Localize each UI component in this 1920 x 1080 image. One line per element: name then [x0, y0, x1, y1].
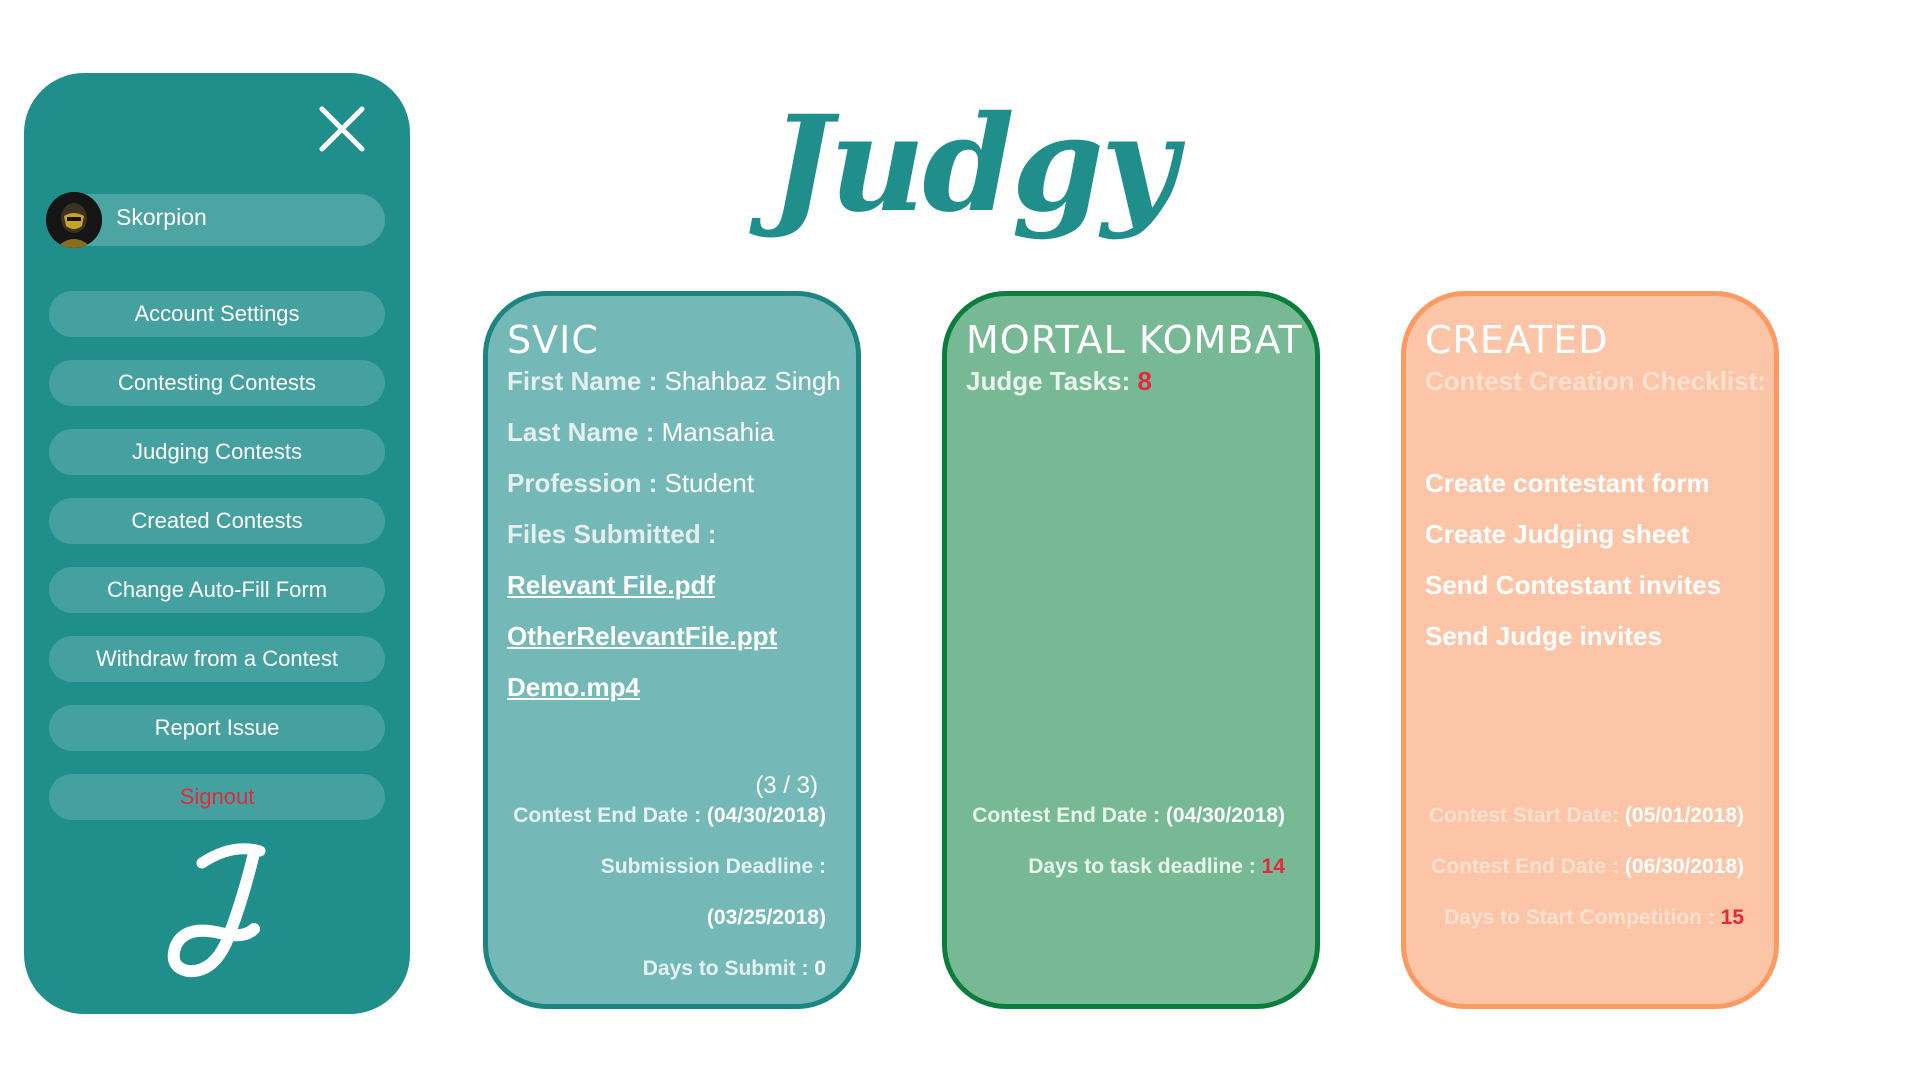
last-name-label: Last Name :	[507, 417, 655, 447]
created-card[interactable]: CREATED Contest Creation Checklist: Crea…	[1401, 291, 1779, 1009]
brand-title: Judgy	[770, 87, 1178, 242]
end-date-value: (04/30/2018)	[706, 804, 826, 827]
sidebar-item-change-autofill-form[interactable]: Change Auto-Fill Form	[49, 567, 385, 613]
end-date-row: Contest End Date : (04/30/2018)	[513, 804, 826, 828]
profile-name: Skorpion	[116, 204, 207, 230]
profession-row: Profession : Student	[507, 468, 754, 499]
end-date-value: (04/30/2018)	[1165, 804, 1285, 827]
start-date-row: Contest Start Date: (05/01/2018)	[1429, 804, 1744, 828]
sidebar-item-judging-contests[interactable]: Judging Contests	[49, 429, 385, 475]
sidebar-item-withdraw-contest[interactable]: Withdraw from a Contest	[49, 636, 385, 682]
sidebar-item-signout[interactable]: Signout	[49, 774, 385, 820]
checklist-item[interactable]: Create contestant form	[1425, 468, 1710, 499]
start-date-label: Contest Start Date:	[1428, 804, 1620, 827]
checklist-item[interactable]: Send Judge invites	[1425, 621, 1662, 652]
checklist-item[interactable]: Create Judging sheet	[1425, 519, 1689, 550]
sidebar-item-created-contests[interactable]: Created Contests	[49, 498, 385, 544]
end-date-label: Contest End Date :	[513, 804, 702, 827]
card-title: MORTAL KOMBAT	[966, 318, 1303, 362]
submission-deadline-value: (03/25/2018)	[706, 906, 826, 929]
sidebar: Skorpion Account Settings Contesting Con…	[24, 73, 410, 1014]
days-to-start-value: 15	[1720, 906, 1744, 929]
file-link[interactable]: Demo.mp4	[507, 672, 640, 703]
judge-tasks-label: Judge Tasks:	[966, 366, 1131, 396]
close-icon[interactable]	[312, 99, 372, 159]
card-title: CREATED	[1425, 318, 1609, 362]
days-to-submit-value: 0	[814, 957, 826, 980]
judge-tasks-count: 8	[1137, 366, 1152, 396]
days-to-submit-label: Days to Submit :	[642, 957, 809, 980]
days-to-task-deadline-label: Days to task deadline :	[1028, 855, 1256, 878]
first-name-value: Shahbaz Singh	[664, 366, 841, 396]
days-to-submit-row: Days to Submit : 0	[643, 957, 826, 981]
days-to-task-deadline-value: 14	[1261, 855, 1285, 878]
profession-value: Student	[664, 468, 755, 498]
end-date-row: Contest End Date : (06/30/2018)	[1431, 855, 1744, 879]
file-link[interactable]: Relevant File.pdf	[507, 570, 715, 601]
end-date-label: Contest End Date :	[972, 804, 1161, 827]
submission-deadline-label: Submission Deadline :	[600, 855, 826, 878]
judge-tasks-row: Judge Tasks: 8	[966, 366, 1152, 397]
first-name-row: First Name : Shahbaz Singh	[507, 366, 841, 397]
profession-label: Profession :	[507, 468, 658, 498]
files-submitted-label: Files Submitted :	[507, 519, 716, 550]
checklist-item[interactable]: Send Contestant invites	[1425, 570, 1721, 601]
judgy-logo-icon	[162, 833, 282, 983]
checklist-label: Contest Creation Checklist:	[1425, 366, 1766, 396]
sidebar-item-account-settings[interactable]: Account Settings	[49, 291, 385, 337]
sidebar-item-report-issue[interactable]: Report Issue	[49, 705, 385, 751]
days-to-start-label: Days to Start Competition :	[1444, 906, 1715, 929]
files-label-text: Files Submitted :	[507, 519, 717, 549]
end-date-label: Contest End Date :	[1431, 855, 1620, 878]
start-date-value: (05/01/2018)	[1624, 804, 1744, 827]
file-link[interactable]: OtherRelevantFile.ppt	[507, 621, 777, 652]
end-date-row: Contest End Date : (04/30/2018)	[972, 804, 1285, 828]
judging-card-mortal-kombat[interactable]: MORTAL KOMBAT Judge Tasks: 8 Contest End…	[942, 291, 1320, 1009]
last-name-value: Mansahia	[661, 417, 775, 447]
file-count: (3 / 3)	[755, 772, 818, 799]
last-name-row: Last Name : Mansahia	[507, 417, 774, 448]
first-name-label: First Name :	[507, 366, 658, 396]
end-date-value: (06/30/2018)	[1624, 855, 1744, 878]
avatar[interactable]	[46, 192, 102, 248]
card-title: SVIC	[507, 318, 599, 362]
days-to-start-row: Days to Start Competition : 15	[1444, 906, 1744, 930]
brand-logo: Judgy	[770, 75, 1178, 255]
sidebar-item-contesting-contests[interactable]: Contesting Contests	[49, 360, 385, 406]
contesting-card-svic[interactable]: SVIC First Name : Shahbaz Singh Last Nam…	[483, 291, 861, 1009]
days-to-task-deadline-row: Days to task deadline : 14	[1028, 855, 1285, 879]
